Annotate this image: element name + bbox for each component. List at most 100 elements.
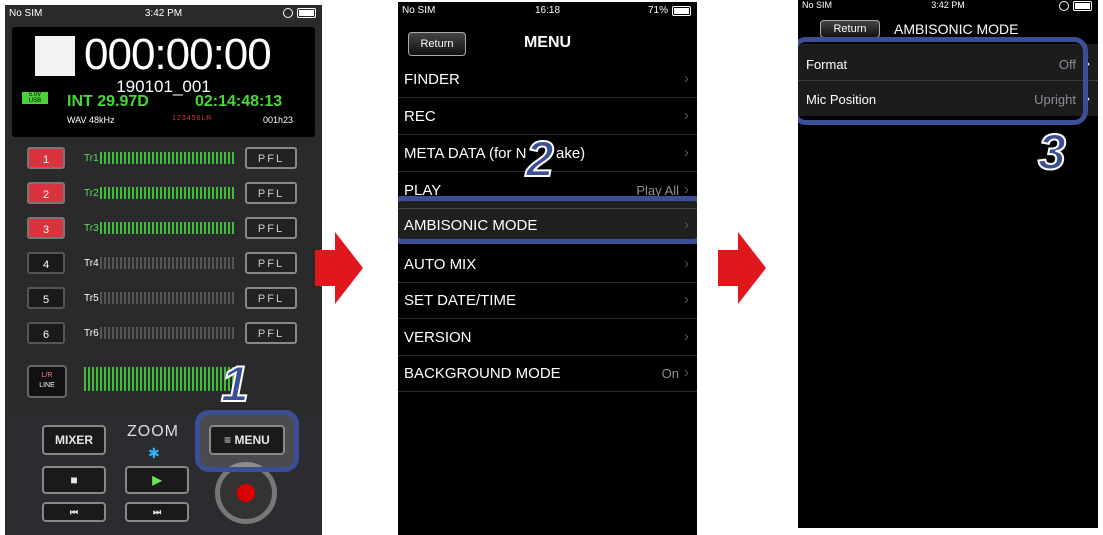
rotation-lock-icon xyxy=(1059,1,1069,11)
rewind-button[interactable]: ⏮ xyxy=(42,502,106,522)
stop-button[interactable]: ■ xyxy=(42,466,106,494)
step-number: 1 xyxy=(220,355,250,413)
track-row: 4 Tr4 PFL xyxy=(5,249,322,279)
chevron-right-icon: › xyxy=(684,216,689,233)
file-format: WAV 48kHz xyxy=(67,115,115,125)
track-level-meter xyxy=(100,187,235,199)
battery-icon xyxy=(672,5,691,16)
ambisonic-mode-screen: No SIM 3:42 PM Return AMBISONIC MODE For… xyxy=(798,0,1098,528)
usb-power-icon: 5.0V USB xyxy=(22,92,48,104)
menu-item-auto-mix[interactable]: AUTO MIX › xyxy=(398,246,697,283)
menu-item-label: BACKGROUND MODE xyxy=(404,365,561,382)
status-bar: No SIM 3:42 PM xyxy=(798,0,1098,12)
track-arm-button[interactable]: 5 xyxy=(27,287,65,309)
page-title: MENU xyxy=(523,34,572,51)
track-indicators: 123456LR xyxy=(172,115,213,122)
menu-item-label: REC xyxy=(404,108,436,125)
battery-icon xyxy=(297,8,316,18)
track-name: Tr4 xyxy=(84,258,99,269)
track-arm-button[interactable]: 2 xyxy=(27,182,65,204)
menu-item-label: SET DATE/TIME xyxy=(404,292,516,309)
track-arm-button[interactable]: 3 xyxy=(27,217,65,239)
menu-button[interactable]: ≡ MENU xyxy=(209,425,285,455)
menu-item-background-mode[interactable]: BACKGROUND MODE On › xyxy=(398,355,697,392)
menu-item-label: FINDER xyxy=(404,71,460,88)
menu-item-value: On xyxy=(661,366,679,381)
battery-percent: 71% xyxy=(647,5,668,16)
track-row: 6 Tr6 PFL xyxy=(5,319,322,349)
return-button[interactable]: Return xyxy=(820,20,880,38)
step-highlight xyxy=(798,37,1088,125)
bluetooth-icon: ✱ xyxy=(148,445,160,461)
menu-item-label-suffix: ake) xyxy=(556,145,586,162)
zoom-logo: ZOOM xyxy=(127,423,179,440)
pfl-button[interactable]: PFL xyxy=(245,322,297,344)
menu-item-set-date-time[interactable]: SET DATE/TIME › xyxy=(398,282,697,319)
frame-rate: INT 29.97D xyxy=(67,93,149,110)
pfl-button[interactable]: PFL xyxy=(245,147,297,169)
track-name: Tr1 xyxy=(84,153,99,164)
play-button[interactable]: ▶ xyxy=(125,466,189,494)
timecode-sub: 02:14:48:13 xyxy=(195,93,283,110)
menu-item-finder[interactable]: FINDER › xyxy=(398,61,697,98)
menu-item-ambisonic-mode[interactable]: AMBISONIC MODE › xyxy=(398,207,697,244)
chevron-right-icon: › xyxy=(684,107,689,124)
page-title: AMBISONIC MODE xyxy=(894,21,1019,37)
menu-item-label: AUTO MIX xyxy=(404,256,477,273)
remaining-time: 001h23 xyxy=(263,115,294,125)
line-label: LINE xyxy=(39,382,55,389)
track-row: 2 Tr2 PFL xyxy=(5,179,322,209)
track-arm-button[interactable]: 4 xyxy=(27,252,65,274)
fast-forward-button[interactable]: ⏭ xyxy=(125,502,189,522)
pfl-button[interactable]: PFL xyxy=(245,287,297,309)
track-level-meter xyxy=(100,152,235,164)
track-name: Tr6 xyxy=(84,328,99,339)
chevron-right-icon: › xyxy=(684,364,689,381)
menu-item-version[interactable]: VERSION › xyxy=(398,319,697,356)
step-number: 2 xyxy=(525,130,555,188)
master-level-meter xyxy=(84,367,234,391)
menu-item-label: VERSION xyxy=(404,329,472,346)
battery-icon xyxy=(1073,1,1092,11)
track-row: 5 Tr5 PFL xyxy=(5,284,322,314)
next-step-arrow-icon xyxy=(738,232,766,304)
rotation-lock-icon xyxy=(283,8,293,18)
arrow-shaft xyxy=(718,250,738,286)
track-name: Tr2 xyxy=(84,188,99,199)
lr-label: L/R xyxy=(41,372,53,379)
track-arm-button[interactable]: 6 xyxy=(27,322,65,344)
track-level-meter xyxy=(100,327,235,339)
track-level-meter xyxy=(100,292,235,304)
track-name: Tr3 xyxy=(84,223,99,234)
chevron-right-icon: › xyxy=(684,328,689,345)
next-step-arrow-icon xyxy=(335,232,363,304)
status-icons xyxy=(283,8,316,18)
pfl-button[interactable]: PFL xyxy=(245,252,297,274)
chevron-right-icon: › xyxy=(684,144,689,161)
status-bar: No SIM 16:18 71% xyxy=(398,2,697,20)
pfl-button[interactable]: PFL xyxy=(245,182,297,204)
track-name: Tr5 xyxy=(84,293,99,304)
track-level-meter xyxy=(100,222,235,234)
clock-label: 3:42 PM xyxy=(931,0,965,10)
pfl-button[interactable]: PFL xyxy=(245,217,297,239)
status-icons: 71% xyxy=(648,5,691,16)
status-icons xyxy=(1059,1,1092,11)
elapsed-timecode: 000:00:00 xyxy=(84,30,272,79)
stop-state-icon xyxy=(35,36,75,76)
chevron-right-icon: › xyxy=(684,70,689,87)
lr-line-button[interactable]: L/R LINE xyxy=(27,365,67,398)
mixer-button[interactable]: MIXER xyxy=(42,425,106,455)
navigation-bar: Return MENU xyxy=(398,22,697,62)
menu-screen: No SIM 16:18 71% Return MENU FINDER › RE… xyxy=(398,2,697,535)
step-number: 3 xyxy=(1037,123,1067,181)
recorder-app-screen: No SIM 3:42 PM 000:00:00 190101_001 5.0V… xyxy=(5,5,322,535)
menu-item-label: AMBISONIC MODE xyxy=(404,217,538,234)
menu-item-label: META DATA (for N xyxy=(404,145,527,162)
status-bar: No SIM 3:42 PM xyxy=(5,5,322,23)
chevron-right-icon: › xyxy=(684,255,689,272)
track-level-meter xyxy=(100,257,235,269)
track-arm-button[interactable]: 1 xyxy=(27,147,65,169)
chevron-right-icon: › xyxy=(684,291,689,308)
recorder-display: 000:00:00 190101_001 5.0V USB INT 29.97D… xyxy=(12,27,315,137)
